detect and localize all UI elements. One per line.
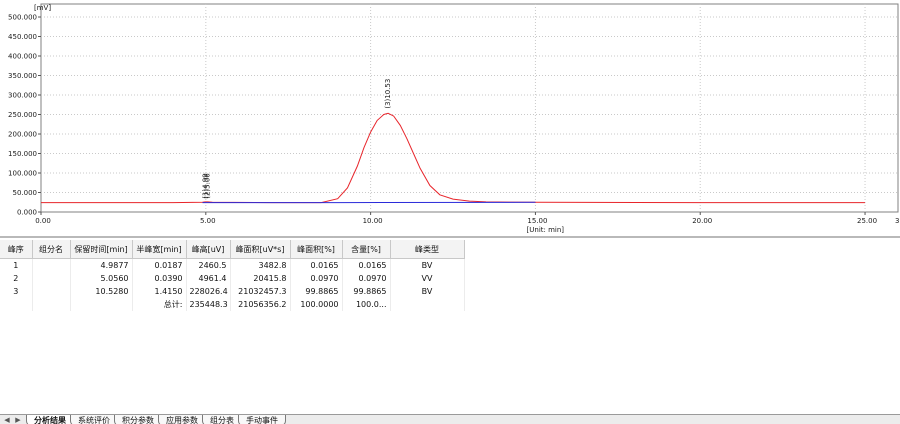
table-cell: 4.9877 xyxy=(70,258,133,272)
y-tick-label: 500.000 xyxy=(8,14,37,22)
table-cell: 10.5280 xyxy=(70,285,133,298)
y-tick-label: 350.000 xyxy=(8,72,37,80)
table-cell xyxy=(32,285,71,298)
y-tick-label: 200.000 xyxy=(8,131,37,139)
x-tick-label: 0.00 xyxy=(35,217,51,225)
table-cell: 1 xyxy=(0,258,33,272)
table-cell: 235448.3 xyxy=(186,298,231,311)
y-tick-label: 150.000 xyxy=(8,150,37,158)
y-tick-label: 300.000 xyxy=(8,92,37,100)
results-table[interactable]: 峰序 组分名 保留时间[min] 半峰宽[min] 峰高[uV] 峰面积[uV*s] 峰面积… xyxy=(0,240,465,311)
y-tick-label: 250.000 xyxy=(8,111,37,119)
chromatography-window: 0.000 50.000 100.000 150.000 200.000 250.000 3… xyxy=(0,0,900,424)
y-unit-label: [mV] xyxy=(34,4,51,12)
table-row[interactable]: 2 5.0560 0.0390 4961.4 20415.8 0.0970 0.0970 VV xyxy=(0,272,465,285)
table-cell: 3482.8 xyxy=(230,258,291,272)
table-cell: 4961.4 xyxy=(186,272,231,285)
chromatogram-panel[interactable]: 0.000 50.000 100.000 150.000 200.000 250.000 3… xyxy=(0,0,900,238)
x-tick-label: 3 xyxy=(895,217,899,225)
table-cell xyxy=(0,298,33,311)
column-header[interactable]: 含量[%] xyxy=(342,240,391,259)
table-cell: 21056356.2 xyxy=(230,298,291,311)
table-cell: 100.0000 xyxy=(290,298,343,311)
table-cell xyxy=(390,298,465,311)
table-cell: 0.0187 xyxy=(132,258,187,272)
table-row[interactable]: 3 10.5280 1.4150 228026.4 21032457.3 99.8865 9… xyxy=(0,285,465,298)
column-header[interactable]: 峰序 xyxy=(0,240,33,259)
y-tick-label: 450.000 xyxy=(8,33,37,41)
table-cell xyxy=(32,272,71,285)
peak-label: (2)5.06 xyxy=(204,173,212,199)
peak-label: (3)10.53 xyxy=(384,79,392,109)
column-header[interactable]: 峰类型 xyxy=(390,240,465,259)
table-cell xyxy=(32,298,71,311)
column-header[interactable]: 组分名 xyxy=(32,240,71,259)
tab-scroll-left-icon[interactable]: ◀ xyxy=(2,415,12,424)
column-header[interactable]: 保留时间[min] xyxy=(70,240,133,259)
table-cell: 2460.5 xyxy=(186,258,231,272)
table-cell: VV xyxy=(390,272,465,285)
table-cell: 21032457.3 xyxy=(230,285,291,298)
table-cell xyxy=(70,298,133,311)
table-cell: 100.0... xyxy=(342,298,391,311)
column-header[interactable]: 峰面积[uV*s] xyxy=(230,240,291,259)
y-tick-label: 400.000 xyxy=(8,53,37,61)
table-header-row: 峰序 组分名 保留时间[min] 半峰宽[min] 峰高[uV] 峰面积[uV*s] 峰面积… xyxy=(0,240,465,259)
x-tick-label: 20.00 xyxy=(692,217,712,225)
table-cell: 0.0970 xyxy=(290,272,343,285)
table-body: 1 4.9877 0.0187 2460.5 3482.8 0.0165 0.0165 BV 2… xyxy=(0,258,465,311)
tab-strip: 分析结果 系统评价 积分参数 应用参数 组分表 手动事件 xyxy=(26,415,286,424)
table-cell: 5.0560 xyxy=(70,272,133,285)
x-tick-label: 25.00 xyxy=(857,217,877,225)
table-cell: 总计: xyxy=(132,298,187,311)
total-row[interactable]: 总计: 235448.3 21056356.2 100.0000 100.0... xyxy=(0,298,465,311)
bottom-tab-bar: ◀ ▶ 分析结果 系统评价 积分参数 应用参数 组分表 手动事件 xyxy=(0,414,900,424)
y-tick-label: 100.000 xyxy=(8,170,37,178)
y-tick-label: 0.000 xyxy=(17,209,37,217)
table-cell: 1.4150 xyxy=(132,285,187,298)
plot-area xyxy=(40,3,899,213)
x-tick-label: 5.00 xyxy=(200,217,216,225)
table-cell: 228026.4 xyxy=(186,285,231,298)
table-cell: BV xyxy=(390,258,465,272)
table-cell: 0.0165 xyxy=(290,258,343,272)
table-cell: BV xyxy=(390,285,465,298)
x-tick-label: 15.00 xyxy=(527,217,547,225)
table-cell xyxy=(32,258,71,272)
table-cell: 0.0390 xyxy=(132,272,187,285)
chromatogram-chart[interactable]: 0.000 50.000 100.000 150.000 200.000 250.000 3… xyxy=(0,0,900,236)
table-cell: 20415.8 xyxy=(230,272,291,285)
table-cell: 99.8865 xyxy=(342,285,391,298)
x-unit-label: [Unit: min] xyxy=(527,226,565,234)
table-cell: 99.8865 xyxy=(290,285,343,298)
table-cell: 2 xyxy=(0,272,33,285)
tab-2[interactable]: 积分参数 xyxy=(114,415,162,424)
tab-4[interactable]: 组分表 xyxy=(202,415,242,424)
table-cell: 0.0165 xyxy=(342,258,391,272)
tab-scroll-right-icon[interactable]: ▶ xyxy=(13,415,23,424)
results-table-panel: 峰序 组分名 保留时间[min] 半峰宽[min] 峰高[uV] 峰面积[uV*s] 峰面积… xyxy=(0,240,900,414)
tab-0[interactable]: 分析结果 xyxy=(26,415,74,424)
column-header[interactable]: 峰面积[%] xyxy=(290,240,343,259)
tab-3[interactable]: 应用参数 xyxy=(158,415,206,424)
table-cell: 0.0970 xyxy=(342,272,391,285)
column-header[interactable]: 半峰宽[min] xyxy=(132,240,187,259)
tab-5[interactable]: 手动事件 xyxy=(238,415,286,424)
y-tick-label: 50.000 xyxy=(13,189,38,197)
x-tick-label: 10.00 xyxy=(363,217,383,225)
column-header[interactable]: 峰高[uV] xyxy=(186,240,231,259)
chart-grid xyxy=(40,3,899,213)
table-cell: 3 xyxy=(0,285,33,298)
tab-1[interactable]: 系统评价 xyxy=(70,415,118,424)
table-row[interactable]: 1 4.9877 0.0187 2460.5 3482.8 0.0165 0.0165 BV xyxy=(0,258,465,272)
